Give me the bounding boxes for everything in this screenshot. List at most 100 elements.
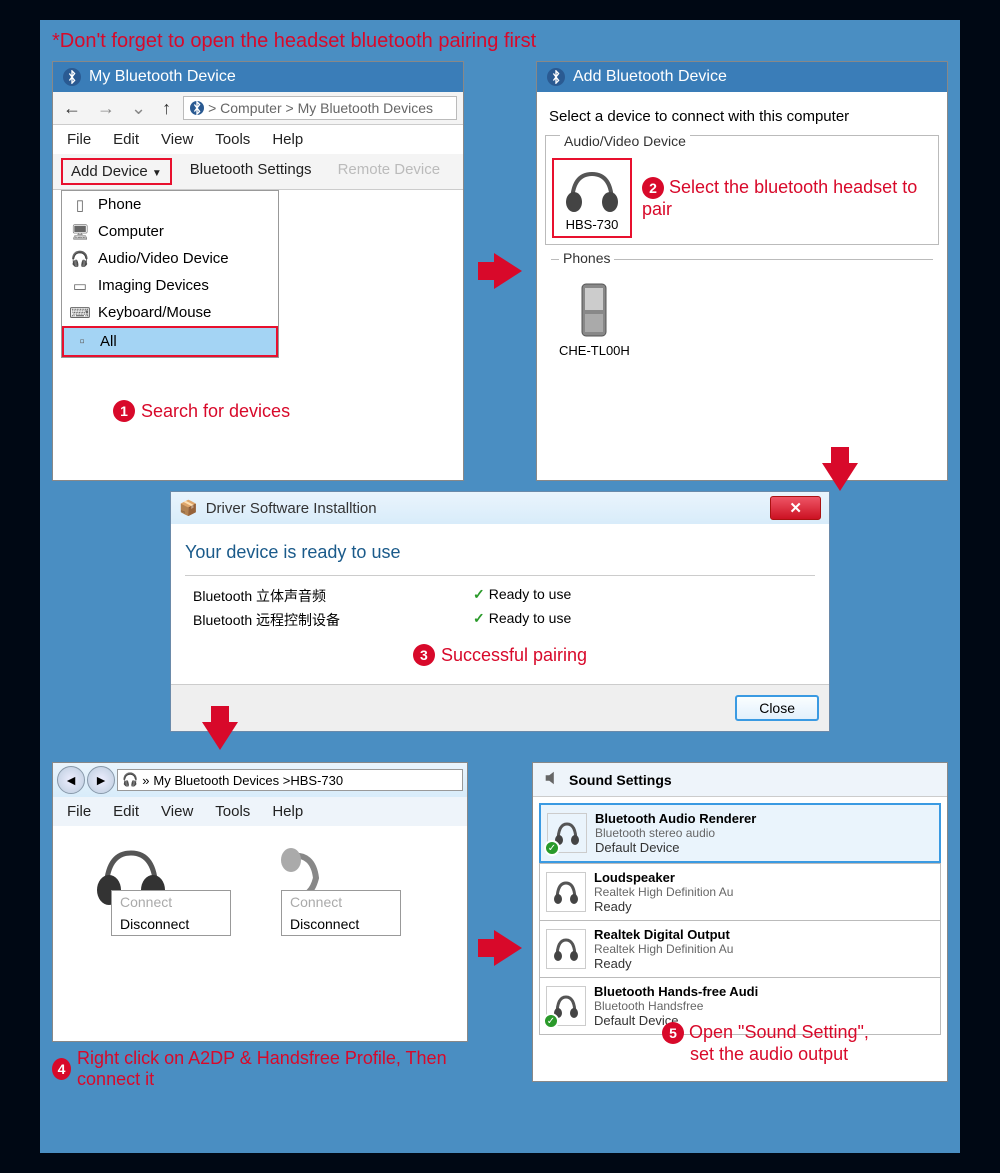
group-title: Audio/Video Device xyxy=(560,133,690,149)
titlebar: Add Bluetooth Device xyxy=(537,62,947,92)
keyboard-icon: ⌨ xyxy=(72,305,88,321)
breadcrumb-text: My Bluetooth Devices >HBS-730 xyxy=(153,773,343,788)
headphones-icon: 🎧 xyxy=(72,251,88,267)
toolbar: Add Device ▼ Bluetooth Settings Remote D… xyxy=(53,154,463,190)
context-menu: Connect Disconnect xyxy=(111,890,231,936)
close-button[interactable]: ✕ xyxy=(770,496,821,520)
add-device-button[interactable]: Add Device ▼ xyxy=(61,158,172,185)
check-icon: ✓ xyxy=(543,1013,559,1029)
window-title: Add Bluetooth Device xyxy=(573,68,727,86)
add-device-subtitle: Select a device to connect with this com… xyxy=(537,92,947,127)
bluetooth-icon xyxy=(190,101,204,115)
menu-view[interactable]: View xyxy=(161,803,193,820)
step-number-4: 4 xyxy=(52,1058,71,1080)
up-button[interactable]: ↑ xyxy=(158,98,175,119)
arrow-icon xyxy=(494,253,522,289)
menu-tools[interactable]: Tools xyxy=(215,131,250,148)
menu-edit[interactable]: Edit xyxy=(113,131,139,148)
step5-callout: 5 Open "Sound Setting", set the audio ou… xyxy=(662,1022,1000,1065)
device-icon: ✓ xyxy=(547,813,587,853)
menu-tools[interactable]: Tools xyxy=(215,803,250,820)
device-info: Bluetooth Audio Renderer Bluetooth stere… xyxy=(595,811,756,855)
step-number-1: 1 xyxy=(113,400,135,422)
step-number-5: 5 xyxy=(662,1022,684,1044)
sound-device-list: ✓ Bluetooth Audio Renderer Bluetooth ste… xyxy=(533,797,947,1041)
bluetooth-settings-button[interactable]: Bluetooth Settings xyxy=(182,158,320,185)
arrow-icon xyxy=(494,930,522,966)
warning-text: *Don't forget to open the headset blueto… xyxy=(52,30,948,53)
add-device-dropdown: ▯Phone 🖥Computer 🎧Audio/Video Device ▭Im… xyxy=(61,190,279,358)
window-add-bluetooth: Add Bluetooth Device Select a device to … xyxy=(536,61,948,481)
menu-help[interactable]: Help xyxy=(272,131,303,148)
phones-group: Phones CHE-TL00H xyxy=(545,253,939,368)
step-number-2: 2 xyxy=(642,177,664,199)
device-che[interactable]: CHE-TL00H xyxy=(551,276,638,362)
nav-row: ← → ⌄ ↑ > Computer > My Bluetooth Device… xyxy=(53,92,463,125)
breadcrumb[interactable]: > Computer > My Bluetooth Devices xyxy=(183,96,457,120)
back-button[interactable]: ◄ xyxy=(57,766,85,794)
imaging-icon: ▭ xyxy=(72,278,88,294)
sound-device-item[interactable]: ✓ Bluetooth Audio Renderer Bluetooth ste… xyxy=(539,803,941,863)
dropdown-nav[interactable]: ⌄ xyxy=(127,98,150,119)
dropdown-computer[interactable]: 🖥Computer xyxy=(62,218,278,245)
context-menu: Connect Disconnect xyxy=(281,890,401,936)
menu-file[interactable]: File xyxy=(67,803,91,820)
device-label: HBS-730 xyxy=(562,217,622,232)
device-icon xyxy=(546,872,586,912)
device-icon xyxy=(546,929,586,969)
step1-callout: 1 Search for devices xyxy=(113,400,290,422)
window-title: Sound Settings xyxy=(569,772,672,788)
step4-callout: 4 Right click on A2DP & Handsfree Profil… xyxy=(52,1048,468,1090)
step3-callout: 3 Successful pairing xyxy=(185,644,815,666)
check-icon: ✓ xyxy=(473,610,485,626)
forward-button[interactable]: ► xyxy=(87,766,115,794)
address-bar[interactable]: 🎧 » My Bluetooth Devices >HBS-730 xyxy=(117,769,463,791)
back-button[interactable]: ← xyxy=(59,98,85,119)
step2-callout: 2 Select the bluetooth headset to pair xyxy=(642,177,932,220)
menu-file[interactable]: File xyxy=(67,131,91,148)
dropdown-audiovideo[interactable]: 🎧Audio/Video Device xyxy=(62,245,278,272)
dropdown-keyboard[interactable]: ⌨Keyboard/Mouse xyxy=(62,299,278,326)
computer-icon: 🖥 xyxy=(72,224,88,240)
step-number-3: 3 xyxy=(413,644,435,666)
device-hbs730[interactable]: HBS-730 xyxy=(552,158,632,238)
window-my-bluetooth: My Bluetooth Device ← → ⌄ ↑ > Computer >… xyxy=(52,61,464,481)
phone-icon: ▯ xyxy=(72,197,88,213)
audiovideo-group: Audio/Video Device HBS-730 2 Select the … xyxy=(545,135,939,245)
speaker-icon xyxy=(543,769,561,790)
dropdown-all[interactable]: ▫All xyxy=(62,326,278,357)
sound-device-item[interactable]: Loudspeaker Realtek High Definition Au R… xyxy=(539,863,941,920)
dialog-title: Driver Software Installtion xyxy=(206,500,377,517)
device-info: Loudspeaker Realtek High Definition Au R… xyxy=(594,870,733,914)
dialog-heading: Your device is ready to use xyxy=(185,542,815,563)
connect-item[interactable]: Connect xyxy=(112,891,230,913)
headphones-icon xyxy=(562,164,622,214)
disconnect-item[interactable]: Disconnect xyxy=(282,913,400,935)
forward-button[interactable]: → xyxy=(93,98,119,119)
sound-device-item[interactable]: Realtek Digital Output Realtek High Defi… xyxy=(539,920,941,977)
arrow-icon xyxy=(202,722,238,750)
disconnect-item[interactable]: Disconnect xyxy=(112,913,230,935)
device-label: CHE-TL00H xyxy=(559,343,630,358)
titlebar: My Bluetooth Device xyxy=(53,62,463,92)
handsfree-profile[interactable]: Han Connect Disconnect xyxy=(241,838,361,972)
menubar: File Edit View Tools Help xyxy=(53,125,463,154)
menu-view[interactable]: View xyxy=(161,131,193,148)
menubar: File Edit View Tools Help xyxy=(53,797,467,826)
window-title: My Bluetooth Device xyxy=(89,68,236,86)
bluetooth-icon xyxy=(547,68,565,86)
dialog-titlebar: 📦 Driver Software Installtion ✕ xyxy=(171,492,829,524)
dropdown-phone[interactable]: ▯Phone xyxy=(62,191,278,218)
dropdown-imaging[interactable]: ▭Imaging Devices xyxy=(62,272,278,299)
a2dp-profile[interactable]: A2DP Connect Disconnect xyxy=(71,838,191,972)
connect-item[interactable]: Connect xyxy=(282,891,400,913)
phone-icon xyxy=(574,280,614,340)
driver-dialog: 📦 Driver Software Installtion ✕ Your dev… xyxy=(170,491,830,732)
remote-device-button: Remote Device xyxy=(330,158,449,185)
menu-edit[interactable]: Edit xyxy=(113,803,139,820)
device-icon: ✓ xyxy=(546,986,586,1026)
all-icon: ▫ xyxy=(74,334,90,350)
menu-help[interactable]: Help xyxy=(272,803,303,820)
status-row: Bluetooth 远程控制设备 ✓Ready to use xyxy=(185,608,815,632)
close-button[interactable]: Close xyxy=(735,695,819,721)
